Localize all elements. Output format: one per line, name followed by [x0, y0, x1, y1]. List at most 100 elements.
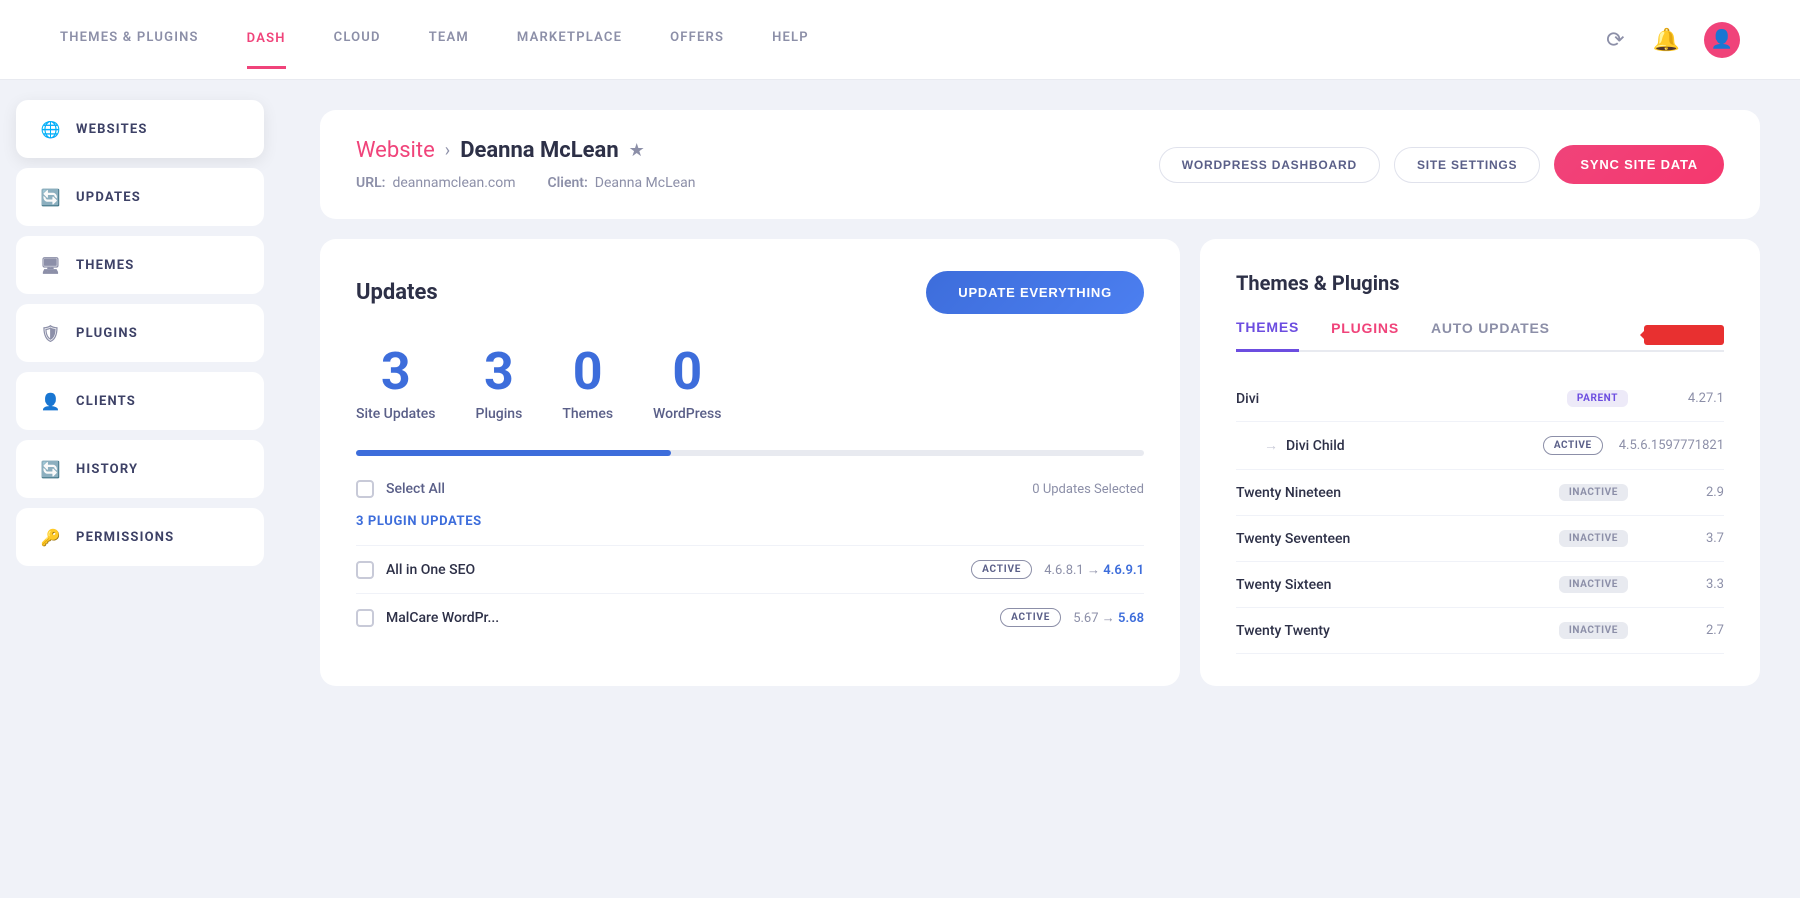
- sidebar-item-themes-label: THEMES: [76, 258, 134, 273]
- theme-name-0: Divi: [1236, 391, 1567, 407]
- theme-badge-2: INACTIVE: [1559, 484, 1628, 501]
- updates-count: 0 Updates Selected: [1032, 482, 1144, 497]
- table-row: MalCare WordPr... ACTIVE 5.67 → 5.68: [356, 593, 1144, 641]
- progress-bar-fill: [356, 450, 671, 456]
- theme-badge-3: INACTIVE: [1559, 530, 1628, 547]
- refresh-icon[interactable]: ⟳: [1602, 23, 1628, 57]
- nav-marketplace[interactable]: MARKETPLACE: [517, 30, 622, 49]
- updates-panel: Updates UPDATE EVERYTHING 3 Site Updates…: [320, 239, 1180, 686]
- theme-name-1: → Divi Child: [1236, 437, 1543, 454]
- breadcrumb-arrow: ›: [445, 140, 450, 161]
- stat-site-updates: 3 Site Updates: [356, 346, 436, 422]
- sync-site-data-button[interactable]: SYNC SITE DATA: [1554, 145, 1724, 184]
- nav-offers[interactable]: OFFERS: [670, 30, 724, 49]
- select-all-checkbox[interactable]: [356, 480, 374, 498]
- theme-badge-1: ACTIVE: [1543, 436, 1603, 455]
- stat-plugins-number: 3: [476, 346, 523, 398]
- page-header: Website › Deanna McLean ★ URL: deannamcl…: [320, 110, 1760, 219]
- plugin-version-1: 5.67 → 5.68: [1073, 610, 1144, 626]
- nav-help[interactable]: HELP: [772, 30, 809, 49]
- monitor-icon: 🖥: [40, 254, 62, 276]
- tab-auto-updates[interactable]: AUTO UPDATES: [1431, 320, 1550, 350]
- plugin-badge-1: ACTIVE: [1000, 608, 1061, 627]
- arrow-indicator: [1644, 325, 1724, 345]
- themes-plugins-title: Themes & Plugins: [1236, 271, 1724, 295]
- sidebar-item-updates-label: UPDATES: [76, 190, 141, 205]
- theme-badge-5: INACTIVE: [1559, 622, 1628, 639]
- sidebar-item-websites-label: WEBSITES: [76, 122, 148, 137]
- select-all-left: Select All: [356, 480, 445, 498]
- sidebar-item-websites[interactable]: 🌐 WEBSITES: [16, 100, 264, 158]
- list-item: Twenty Twenty INACTIVE 2.7: [1236, 608, 1724, 654]
- theme-version-1: 4.5.6.1597771821: [1619, 438, 1724, 453]
- nav-cloud[interactable]: CLOUD: [334, 30, 381, 49]
- sidebar-item-permissions-label: PERMISSIONS: [76, 530, 174, 545]
- stat-site-updates-label: Site Updates: [356, 406, 436, 422]
- stats-row: 3 Site Updates 3 Plugins 0 Themes 0 Word…: [356, 346, 1144, 422]
- wordpress-dashboard-button[interactable]: WORDPRESS DASHBOARD: [1159, 147, 1380, 183]
- user-avatar[interactable]: 👤: [1704, 22, 1740, 58]
- shield-icon: 🛡: [40, 322, 62, 344]
- nav-right: ⟳ 🔔 👤: [1602, 22, 1740, 58]
- sidebar: 🌐 WEBSITES 🔄 UPDATES 🖥 THEMES 🛡 PLUGINS …: [0, 80, 280, 838]
- theme-version-3: 3.7: [1644, 531, 1724, 546]
- page-header-right: WORDPRESS DASHBOARD SITE SETTINGS SYNC S…: [1159, 145, 1724, 184]
- client-label: Client: Deanna McLean: [548, 175, 696, 191]
- stat-themes: 0 Themes: [562, 346, 613, 422]
- breadcrumb: Website › Deanna McLean ★: [356, 138, 695, 163]
- tab-plugins[interactable]: PLUGINS: [1331, 320, 1399, 350]
- tab-themes[interactable]: THEMES: [1236, 319, 1299, 352]
- sidebar-item-clients-label: CLIENTS: [76, 394, 136, 409]
- sidebar-item-history[interactable]: 🔄 HISTORY: [16, 440, 264, 498]
- breadcrumb-parent[interactable]: Website: [356, 138, 435, 163]
- theme-name-3: Twenty Seventeen: [1236, 531, 1559, 547]
- progress-bar: [356, 450, 1144, 456]
- key-icon: 🔑: [40, 526, 62, 548]
- theme-version-0: 4.27.1: [1644, 391, 1724, 406]
- page-meta: URL: deannamclean.com Client: Deanna McL…: [356, 175, 695, 191]
- list-item: Twenty Sixteen INACTIVE 3.3: [1236, 562, 1724, 608]
- user-icon: 👤: [1711, 29, 1733, 50]
- plugin-badge-0: ACTIVE: [971, 560, 1032, 579]
- sidebar-item-updates[interactable]: 🔄 UPDATES: [16, 168, 264, 226]
- nav-team[interactable]: TEAM: [429, 30, 469, 49]
- tabs-row: THEMES PLUGINS AUTO UPDATES: [1236, 319, 1724, 352]
- plugin-name-1: MalCare WordPr...: [386, 610, 988, 626]
- person-icon: 👤: [40, 390, 62, 412]
- updates-header: Updates UPDATE EVERYTHING: [356, 271, 1144, 314]
- favorite-star-icon[interactable]: ★: [629, 140, 645, 161]
- stat-wordpress-number: 0: [653, 346, 721, 398]
- notification-icon[interactable]: 🔔: [1649, 23, 1684, 57]
- nav-links: THEMES & PLUGINS DASH CLOUD TEAM MARKETP…: [60, 30, 809, 49]
- sidebar-item-themes[interactable]: 🖥 THEMES: [16, 236, 264, 294]
- theme-version-2: 2.9: [1644, 485, 1724, 500]
- stat-themes-label: Themes: [562, 406, 613, 422]
- sidebar-item-clients[interactable]: 👤 CLIENTS: [16, 372, 264, 430]
- sidebar-item-plugins[interactable]: 🛡 PLUGINS: [16, 304, 264, 362]
- stat-plugins: 3 Plugins: [476, 346, 523, 422]
- top-navigation: THEMES & PLUGINS DASH CLOUD TEAM MARKETP…: [0, 0, 1800, 80]
- refresh-icon: 🔄: [40, 186, 62, 208]
- update-everything-button[interactable]: UPDATE EVERYTHING: [926, 271, 1144, 314]
- stat-plugins-label: Plugins: [476, 406, 523, 422]
- theme-name-5: Twenty Twenty: [1236, 623, 1559, 639]
- content-area: Website › Deanna McLean ★ URL: deannamcl…: [280, 80, 1800, 838]
- two-column-layout: Updates UPDATE EVERYTHING 3 Site Updates…: [320, 239, 1760, 686]
- table-row: All in One SEO ACTIVE 4.6.8.1 → 4.6.9.1: [356, 545, 1144, 593]
- list-item: Twenty Nineteen INACTIVE 2.9: [1236, 470, 1724, 516]
- client-value: Deanna McLean: [595, 175, 696, 191]
- nav-dash[interactable]: DASH: [247, 31, 286, 69]
- nav-themes-plugins[interactable]: THEMES & PLUGINS: [60, 30, 199, 49]
- theme-badge-4: INACTIVE: [1559, 576, 1628, 593]
- site-settings-button[interactable]: SITE SETTINGS: [1394, 147, 1540, 183]
- theme-version-5: 2.7: [1644, 623, 1724, 638]
- select-all-label[interactable]: Select All: [386, 481, 445, 497]
- indent-arrow-icon: →: [1264, 437, 1278, 454]
- sidebar-item-permissions[interactable]: 🔑 PERMISSIONS: [16, 508, 264, 566]
- globe-icon: 🌐: [40, 118, 62, 140]
- stat-wordpress-label: WordPress: [653, 406, 721, 422]
- theme-name-4: Twenty Sixteen: [1236, 577, 1559, 593]
- stat-wordpress: 0 WordPress: [653, 346, 721, 422]
- plugin-checkbox-1[interactable]: [356, 609, 374, 627]
- plugin-checkbox-0[interactable]: [356, 561, 374, 579]
